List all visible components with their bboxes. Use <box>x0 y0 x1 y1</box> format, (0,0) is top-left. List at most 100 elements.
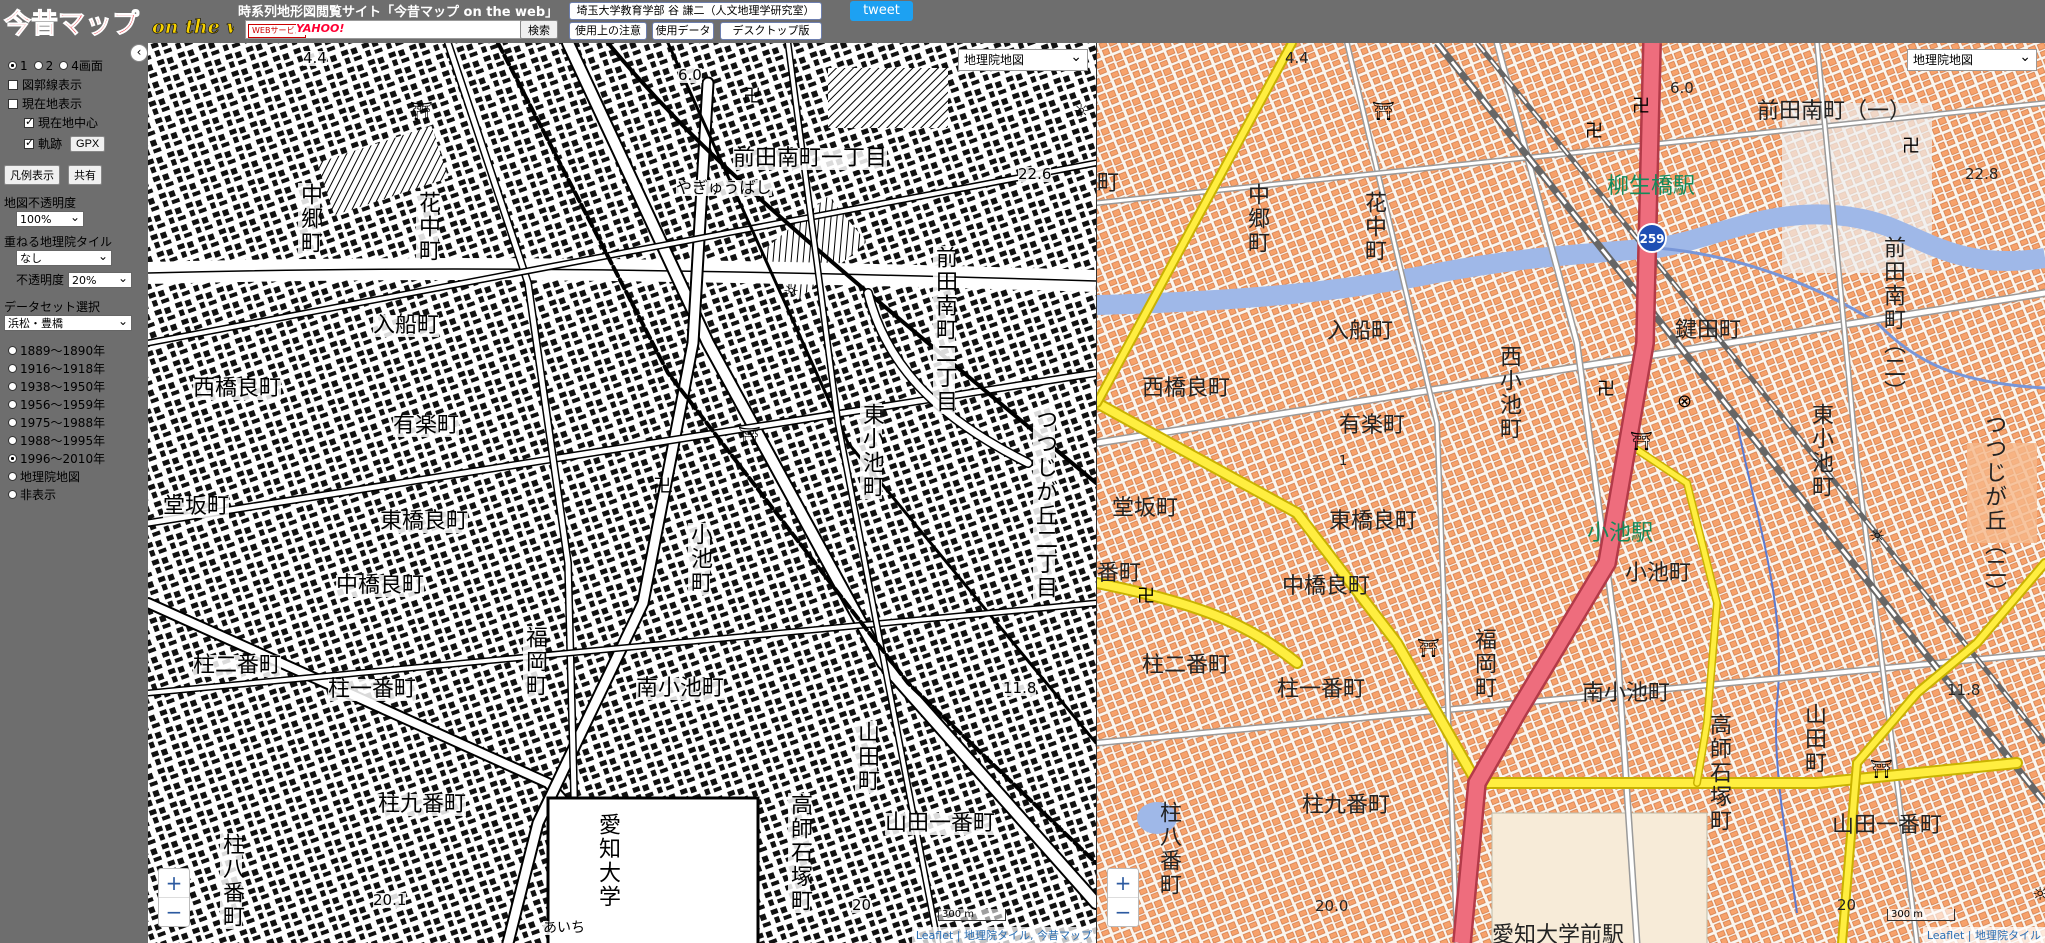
cur-label-tsutsujigaoka: つつじが丘（二） <box>1981 413 2006 605</box>
share-button[interactable]: 共有 <box>68 165 102 185</box>
old-label-takashi-ishizuka: 高師石塚町 <box>787 793 812 913</box>
overlay-opacity-select[interactable]: 20% <box>68 270 133 288</box>
old-label-hashira-9: 柱九番町 <box>378 792 467 817</box>
cur-label-higashi-hashira: 東橋良町 <box>1329 509 1418 534</box>
period-radio-3[interactable] <box>8 382 17 391</box>
tweet-button[interactable]: tweet <box>850 1 913 21</box>
old-elev-226: 22.6 <box>1018 165 1052 183</box>
search-button[interactable]: 検索 <box>520 20 558 39</box>
period-radio-7[interactable] <box>8 454 17 463</box>
old-label-hashira-1: 柱一番町 <box>328 677 417 702</box>
cur-label-maeda-minami-1: 前田南町（一） <box>1757 99 1912 124</box>
sun-symbol-icon: ☼ <box>783 281 800 302</box>
control-panel: 1 2 4画面 図郭線表示 現在地表示 現在地中心 軌跡GPX 凡例表示 共有 … <box>0 43 148 943</box>
period-label-2: 1916～1918年 <box>20 362 106 376</box>
collapse-panel-button[interactable]: ‹ <box>130 44 148 62</box>
temple-icon: 卍 <box>1902 136 1920 157</box>
old-map-attribution[interactable]: Leaflet | 地理院タイル, 今昔マップ <box>911 927 1096 943</box>
data-button[interactable]: 使用データ <box>652 22 714 40</box>
screen-1-radio[interactable] <box>8 61 17 70</box>
current-map-checkbox[interactable] <box>8 98 18 109</box>
old-label-doban: 堂坂町 <box>163 494 230 519</box>
temple-icon: 卍 <box>743 86 761 107</box>
old-label-iribune: 入船町 <box>373 313 440 338</box>
cur-label-maeda-minami-2: 前田南町（二） <box>1880 236 1905 404</box>
cur-label-doban: 堂坂町 <box>1112 496 1179 521</box>
period-radio-2[interactable] <box>8 364 17 373</box>
legend-button[interactable]: 凡例表示 <box>4 165 60 185</box>
current-map-layer-select[interactable]: 地理院地図 <box>1907 47 2037 71</box>
cur-label-higashi-koike: 東小池町 <box>1808 403 1833 499</box>
site-logo[interactable]: 今昔マップ on the web <box>2 3 235 41</box>
gpx-button[interactable]: GPX <box>70 135 106 152</box>
old-label-aichi-univ: 愛知大学 <box>595 813 620 909</box>
period-radio-1[interactable] <box>8 346 17 355</box>
search-input[interactable] <box>350 22 514 37</box>
post-office-icon: ⊗ <box>1677 391 1693 412</box>
cur-label-hashira-8: 柱八番町 <box>1156 801 1181 897</box>
cur-label-yamada-1: 山田一番町 <box>1832 813 1943 838</box>
old-label-aikyo: あいち <box>543 920 585 936</box>
sun-symbol-icon: ☼ <box>1073 101 1090 122</box>
temple-icon: 卍 <box>1597 379 1615 400</box>
screen-mode-selector: 1 2 4画面 <box>8 57 103 74</box>
zoom-in-button[interactable]: + <box>1108 869 1138 897</box>
period-radio-8[interactable] <box>8 472 17 481</box>
shrine-icon: ⛩ <box>1417 638 1440 659</box>
current-map-label: 現在地表示 <box>22 97 83 111</box>
screen-2-radio[interactable] <box>33 61 43 70</box>
affiliation-link[interactable]: 埼玉大学教育学部 谷 謙二（人文地理学研究室） <box>569 2 822 20</box>
desktop-button[interactable]: デスクトップ版 <box>720 22 822 40</box>
overlay-label: 重ねる地理院タイル <box>4 235 113 249</box>
period-radio-6[interactable] <box>8 436 17 445</box>
old-map-canvas <box>148 43 1096 943</box>
cur-label-machi: 町 <box>1097 171 1120 196</box>
zoom-out-button[interactable]: − <box>159 897 189 926</box>
overlay-opacity-label: 不透明度 <box>16 273 65 287</box>
cur-elev-20: 20 <box>1837 896 1857 914</box>
notes-button[interactable]: 使用上の注意 <box>569 22 647 40</box>
track-checkbox[interactable] <box>24 136 34 149</box>
cur-elev-1: 1 <box>1339 454 1348 469</box>
screen-4-radio[interactable] <box>59 61 69 70</box>
svg-text:今昔マップ: 今昔マップ <box>4 8 140 40</box>
cur-label-naka-hashira: 中橋良町 <box>1282 574 1371 599</box>
screen-2-label: 2 <box>45 58 54 73</box>
old-label-hashira-2: 柱二番町 <box>193 653 282 678</box>
temple-icon: 卍 <box>1585 121 1603 142</box>
yahoo-badge[interactable]: YAHOO! <box>296 22 345 35</box>
dataset-select[interactable]: 浜松・豊橋 <box>4 313 132 331</box>
zoom-in-button[interactable]: + <box>159 869 189 897</box>
old-label-hananaka: 花中町 <box>415 191 440 263</box>
cur-label-aichi-univ-mae: 愛知大学前駅 <box>1492 923 1625 943</box>
cur-label-fukuoka: 福岡町 <box>1471 628 1496 700</box>
old-label-yagyu-bashi: やぎゅうばし <box>676 178 772 197</box>
period-radio-4[interactable] <box>8 400 17 409</box>
old-label-naka-hashira: 中橋良町 <box>336 573 425 598</box>
temple-icon: 卍 <box>1137 586 1155 607</box>
zoom-out-button[interactable]: − <box>1108 897 1138 926</box>
shrine-icon: ⛩ <box>1870 759 1893 780</box>
period-radio-5[interactable] <box>8 418 17 427</box>
overlay-select[interactable]: なし <box>16 248 112 266</box>
cur-label-iribune: 入船町 <box>1327 319 1394 344</box>
cur-elev-44: 4.4 <box>1285 49 1309 67</box>
current-map-pane[interactable]: 259 地理院地図 前田南町（一） 柳生橋駅 中郷町 花中町 入船町 鍵田町 西… <box>1097 43 2045 943</box>
factory-icon: ☼ <box>2032 884 2045 905</box>
opacity-select[interactable]: 100% <box>16 209 84 227</box>
grid-checkbox[interactable] <box>8 79 18 90</box>
current-map-attribution[interactable]: Leaflet | 地理院タイル <box>1922 927 2045 943</box>
old-map-pane[interactable]: 地理院地図 前田南町一丁目 やぎゅうばし 中郷町 花中町 入船町 西橋良町 有楽… <box>148 43 1096 943</box>
cur-label-nishi-koike: 西小池町 <box>1496 345 1521 441</box>
cur-label-hananaka: 花中町 <box>1361 191 1386 263</box>
old-label-nishi-hashira: 西橋良町 <box>193 376 282 401</box>
old-label-nakago: 中郷町 <box>297 183 322 255</box>
center-checkbox[interactable] <box>24 115 34 128</box>
search-box: WEBサービス YAHOO! <box>245 20 557 39</box>
cur-label-hashira-1: 柱一番町 <box>1277 677 1366 702</box>
old-map-layer-select[interactable]: 地理院地図 <box>958 47 1088 71</box>
old-label-minami-koike: 南小池町 <box>636 676 725 701</box>
period-label-1: 1889～1890年 <box>20 344 106 358</box>
period-radio-9[interactable] <box>8 490 17 499</box>
old-label-maeda-minami-2: 前田南町二丁目 <box>932 246 957 414</box>
